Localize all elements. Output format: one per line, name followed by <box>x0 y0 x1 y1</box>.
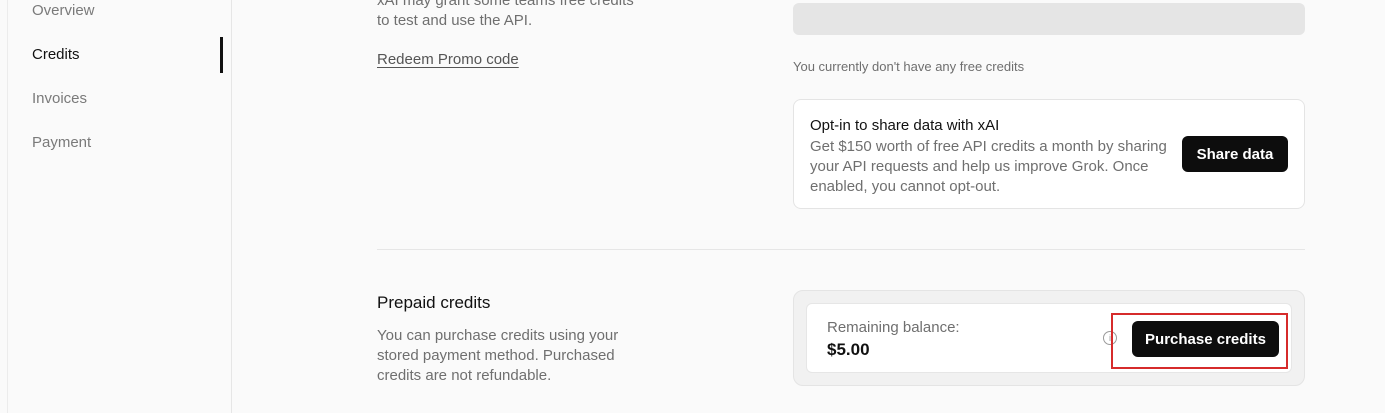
optin-title: Opt-in to share data with xAI <box>810 117 1000 134</box>
sidebar-item-credits[interactable]: Credits <box>32 46 80 63</box>
prepaid-credits-title: Prepaid credits <box>377 293 491 312</box>
optin-body: Get $150 worth of free API credits a mon… <box>810 138 1167 195</box>
free-credits-intro: xAI may grant some teams free credits to… <box>377 0 634 29</box>
optin-card: Opt-in to share data with xAI Get $150 w… <box>793 99 1305 209</box>
purchase-credits-button[interactable]: Purchase credits <box>1132 321 1279 357</box>
sidebar-active-indicator <box>220 37 223 73</box>
sidebar-item-invoices[interactable]: Invoices <box>32 90 87 107</box>
sidebar-item-overview[interactable]: Overview <box>32 2 95 19</box>
share-data-button[interactable]: Share data <box>1182 136 1288 172</box>
balance-label: Remaining balance: <box>827 319 960 336</box>
sidebar-item-payment[interactable]: Payment <box>32 134 91 151</box>
free-credits-note: You currently don't have any free credit… <box>793 59 1025 74</box>
balance-value: $5.00 <box>827 340 870 359</box>
section-divider <box>377 249 1305 250</box>
sidebar: Overview Credits Invoices Payment <box>8 0 232 413</box>
free-credits-bar <box>793 3 1305 35</box>
redeem-promo-link[interactable]: Redeem Promo code <box>377 51 519 68</box>
balance-card: Remaining balance: $5.00 i Purchase cred… <box>806 303 1292 373</box>
credits-page: Overview Credits Invoices Payment xAI ma… <box>0 0 1385 413</box>
prepaid-credits-panel: Remaining balance: $5.00 i Purchase cred… <box>793 290 1305 386</box>
info-icon[interactable]: i <box>1103 331 1117 345</box>
prepaid-credits-description: You can purchase credits using your stor… <box>377 327 619 384</box>
